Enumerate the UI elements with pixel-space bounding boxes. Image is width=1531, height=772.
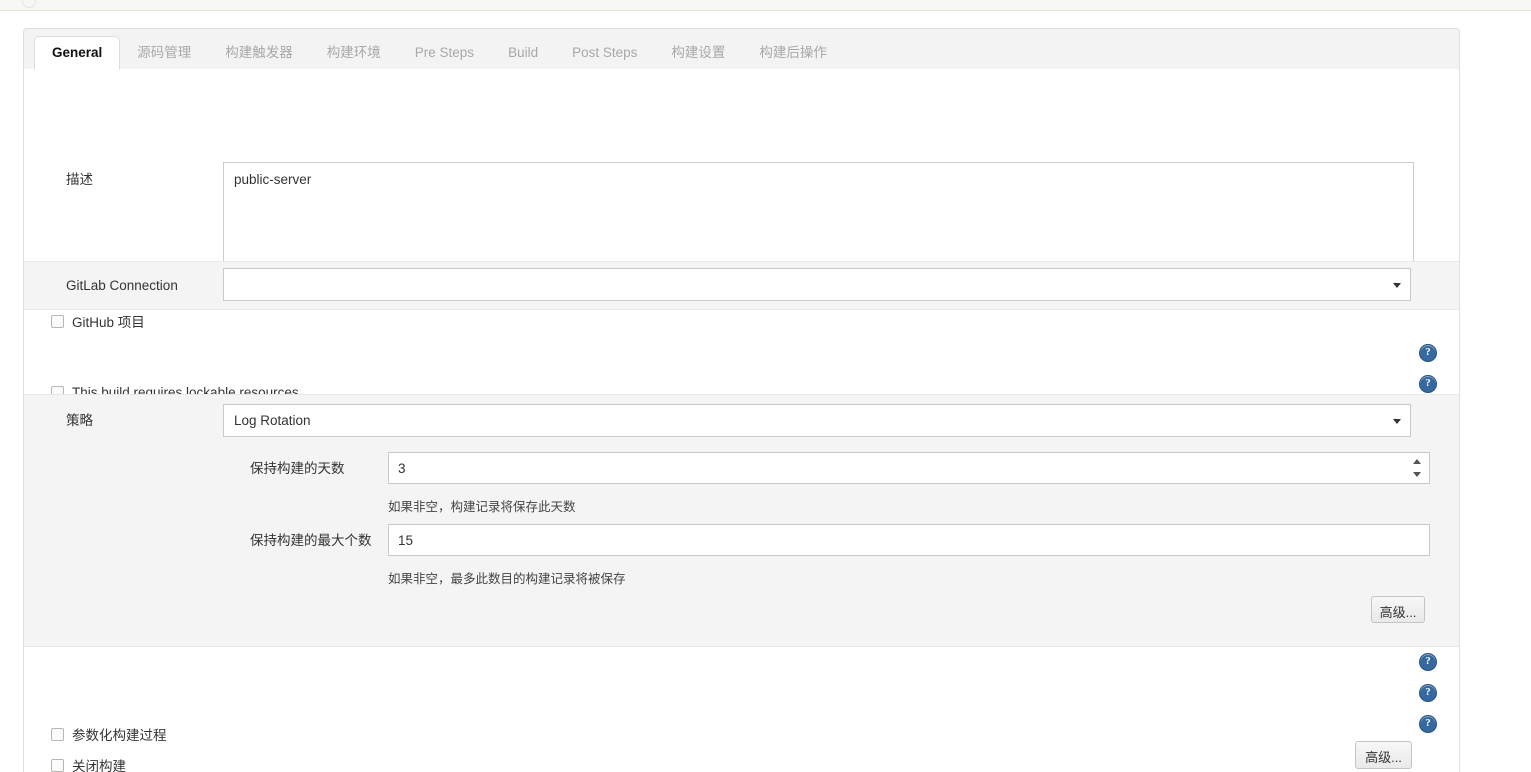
gitlab-connection-label: GitLab Connection: [66, 278, 178, 293]
tab-build[interactable]: Build: [491, 36, 555, 69]
github-project-row[interactable]: GitHub 项目: [51, 311, 145, 331]
tab-post-steps[interactable]: Post Steps: [555, 36, 654, 69]
tab-label: Pre Steps: [414, 45, 475, 60]
log-rotation-advanced-button[interactable]: 高级...: [1371, 596, 1425, 623]
chevron-down-icon: [1393, 282, 1401, 288]
github-project-checkbox[interactable]: [51, 314, 64, 328]
tab-label: Build: [508, 45, 539, 60]
parameterized-build-row[interactable]: 参数化构建过程: [51, 724, 167, 744]
disable-build-label: 关闭构建: [72, 759, 126, 772]
tab-label: Post Steps: [572, 45, 638, 60]
tab-label: 构建设置: [671, 45, 726, 60]
tab-pre-steps[interactable]: Pre Steps: [398, 36, 491, 69]
parameterized-build-checkbox[interactable]: [51, 727, 64, 741]
tab-source-code-management[interactable]: 源码管理: [120, 36, 208, 69]
tab-label: 构建后操作: [759, 45, 827, 60]
tab-label: 源码管理: [137, 45, 192, 60]
disable-build-help-icon[interactable]: ?: [1419, 684, 1437, 702]
max-builds-to-keep-label: 保持构建的最大个数: [250, 533, 372, 548]
max-builds-to-keep-input[interactable]: 15: [388, 524, 1430, 556]
strategy-label: 策略: [66, 413, 93, 428]
days-to-keep-hint: 如果非空，构建记录将保存此天数: [388, 500, 576, 514]
days-to-keep-input[interactable]: 3: [388, 452, 1430, 484]
parameterized-build-label: 参数化构建过程: [72, 728, 167, 743]
days-to-keep-label: 保持构建的天数: [250, 461, 345, 476]
top-chrome-strip: [0, 0, 1531, 11]
days-to-keep-value: 3: [398, 460, 406, 476]
tab-label: 构建触发器: [225, 45, 293, 60]
max-builds-to-keep-hint: 如果非空，最多此数目的构建记录将被保存: [388, 572, 626, 586]
disable-build-row[interactable]: 关闭构建: [51, 755, 126, 772]
concurrent-builds-help-icon[interactable]: ?: [1419, 715, 1437, 733]
strategy-value: Log Rotation: [234, 413, 311, 428]
jenkins-job-config-screen: General 源码管理 构建触发器 构建环境 Pre Steps Build …: [0, 0, 1531, 772]
general-advanced-button[interactable]: 高级...: [1355, 741, 1412, 769]
tab-post-build-actions[interactable]: 构建后操作: [742, 36, 844, 69]
tab-label: 构建环境: [326, 45, 381, 60]
days-to-keep-stepper[interactable]: [1412, 459, 1422, 477]
strategy-select[interactable]: Log Rotation: [223, 404, 1411, 437]
tab-build-triggers[interactable]: 构建触发器: [208, 36, 310, 69]
tab-general[interactable]: General: [34, 36, 121, 70]
tab-build-settings[interactable]: 构建设置: [654, 36, 742, 69]
max-builds-to-keep-value: 15: [398, 532, 414, 548]
gitlab-connection-select[interactable]: [223, 268, 1411, 301]
partial-circle-icon: [22, 0, 36, 8]
discard-old-builds-help-icon[interactable]: ?: [1419, 375, 1437, 393]
description-label: 描述: [66, 172, 93, 187]
parameterized-build-help-icon[interactable]: ?: [1419, 653, 1437, 671]
disable-build-checkbox[interactable]: [51, 758, 64, 772]
tab-build-environment[interactable]: 构建环境: [310, 36, 398, 69]
throttle-builds-help-icon[interactable]: ?: [1419, 344, 1437, 362]
description-textarea[interactable]: [223, 162, 1414, 274]
general-config-panel: 描述 [纯文本] 预览 GitHub 项目 GitLab Connection …: [23, 69, 1460, 772]
config-tab-bar: General 源码管理 构建触发器 构建环境 Pre Steps Build …: [23, 28, 1460, 70]
chevron-down-icon: [1393, 418, 1401, 424]
github-project-label: GitHub 项目: [72, 315, 145, 330]
tab-label: General: [52, 45, 103, 60]
